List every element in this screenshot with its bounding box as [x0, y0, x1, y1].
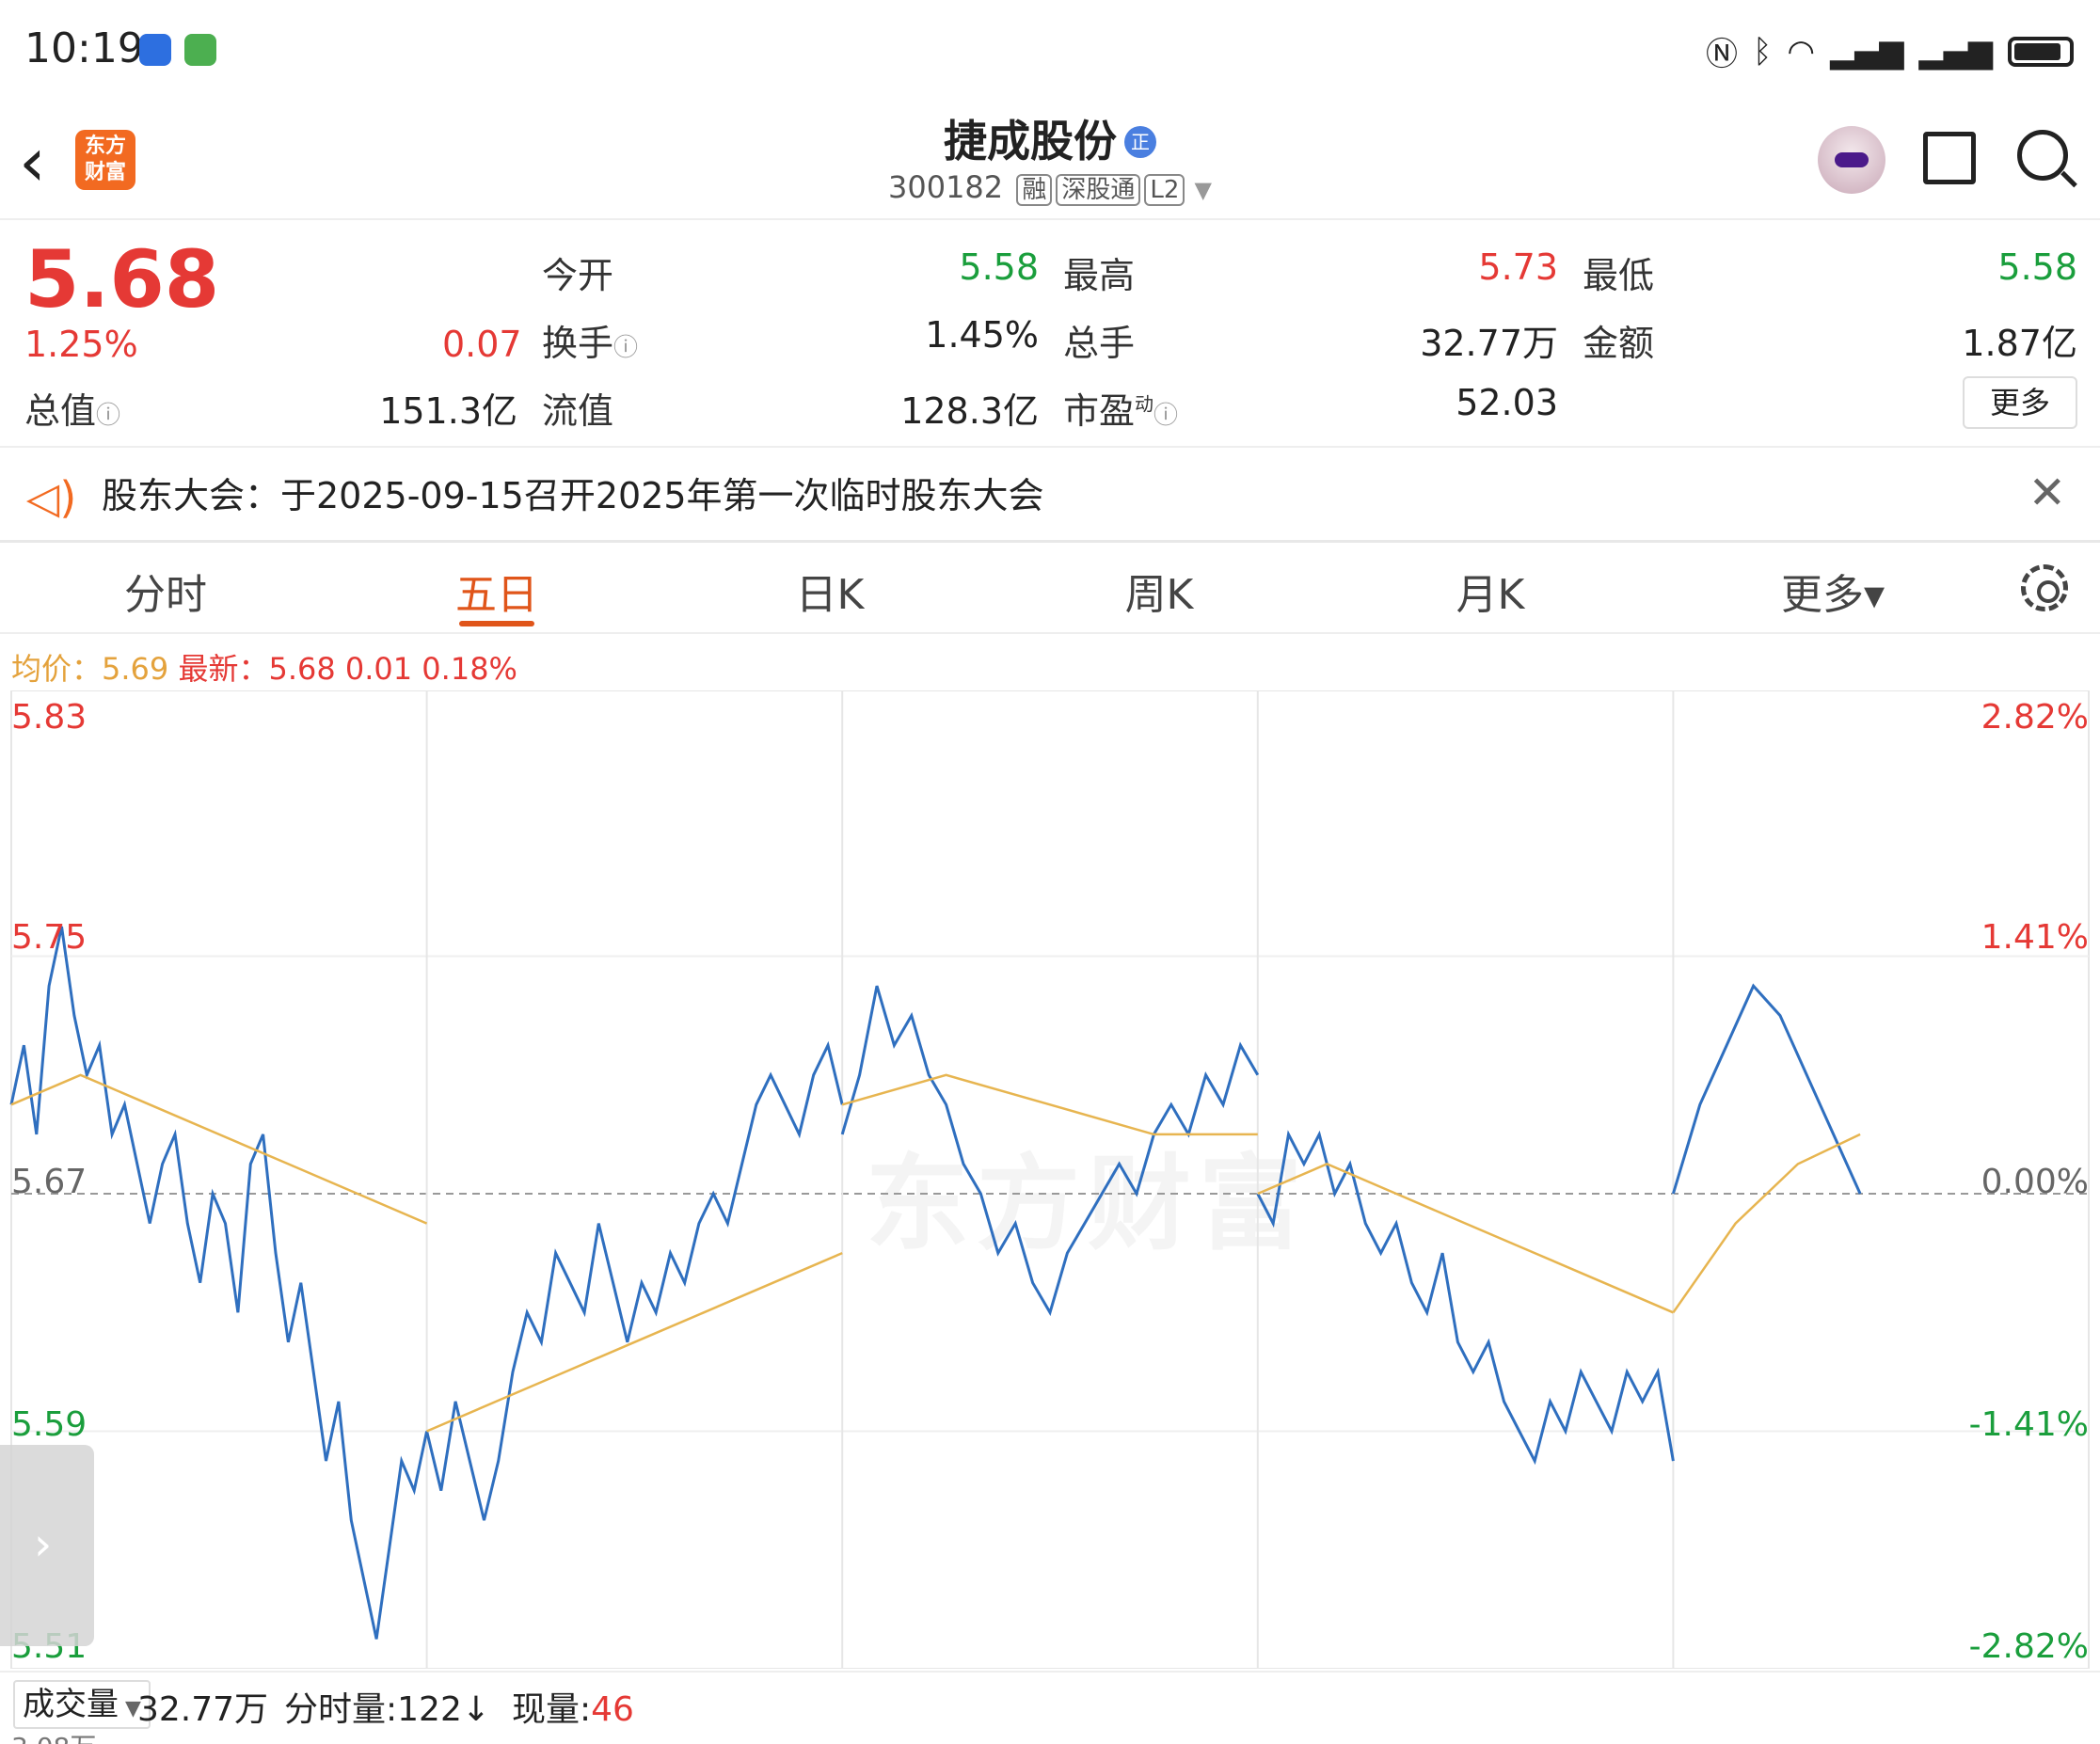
label-market-cap: 总值ⓘ — [24, 390, 121, 432]
tab-more[interactable]: 更多▾ — [1739, 561, 1927, 621]
current-price: 5.68 — [24, 233, 220, 325]
latest-label: 最新： — [178, 651, 269, 687]
value-high: 5.73 — [1478, 246, 1558, 288]
y-left-tick: 5.83 — [11, 698, 88, 737]
speaker-icon: ◁) — [26, 472, 77, 523]
bluetooth-icon: ᛒ — [1753, 32, 1773, 71]
status-icons: Ⓝ ᛒ ◠ ▂▄▆ ▂▄▆ — [1706, 28, 2074, 74]
y-right-tick: -2.82% — [1968, 1627, 2089, 1666]
status-time: 10:19 — [24, 24, 144, 72]
y-right-tick: 1.41% — [1981, 918, 2089, 957]
value-turnover: 1.45% — [925, 314, 1039, 356]
change-percent: 1.25% — [24, 324, 138, 365]
volume-axis-top: 3.08万 — [11, 1727, 96, 1744]
indicator-select[interactable]: 成交量 ▼ — [13, 1680, 151, 1729]
info-icon[interactable]: ⓘ — [96, 402, 120, 430]
label-high: 最高 — [1063, 255, 1136, 296]
five-day-chart[interactable] — [0, 690, 2100, 1669]
stock-code-row[interactable]: 300182 融深股通 L2 ▼ — [0, 169, 2100, 206]
tag-margin: 融 — [1016, 174, 1053, 206]
tag-connect: 深股通 — [1056, 174, 1141, 206]
badge-icon: 正 — [1124, 126, 1156, 158]
info-icon[interactable]: ⓘ — [1153, 402, 1178, 430]
value-float-cap: 128.3亿 — [900, 390, 1039, 432]
label-float-cap: 流值 — [542, 390, 614, 432]
latest-change: 0.01 — [344, 651, 413, 687]
label-amount: 金额 — [1583, 323, 1655, 364]
notice-text[interactable]: 股东大会：于2025-09-15召开2025年第一次临时股东大会 — [102, 467, 1044, 518]
search-icon[interactable] — [2017, 130, 2068, 181]
divider — [0, 632, 2100, 634]
status-app-icon — [139, 34, 171, 66]
avg-price-line — [426, 1251, 843, 1433]
value-low: 5.58 — [1997, 246, 2077, 288]
tab-day-k[interactable]: 日K — [736, 561, 924, 621]
y-right-tick: 0.00% — [1981, 1163, 2089, 1201]
chevron-down-icon: ▼ — [1194, 177, 1213, 203]
price-line — [840, 985, 1260, 1317]
label-pe: 市盈动ⓘ — [1063, 390, 1179, 432]
wifi-icon: ◠ — [1787, 32, 1816, 71]
info-icon[interactable]: ⓘ — [613, 334, 638, 362]
y-left-tick: 5.67 — [11, 1163, 88, 1201]
battery-icon — [2008, 36, 2074, 67]
y-left-tick: 5.75 — [11, 918, 88, 957]
page-title: 捷成股份正 — [0, 107, 2100, 169]
avg-price-line — [1672, 1133, 1861, 1314]
divider — [0, 540, 2100, 543]
change-amount: 0.07 — [442, 324, 522, 365]
value-volume: 32.77万 — [1420, 323, 1558, 364]
tag-level2: L2 — [1144, 174, 1185, 206]
avg-label: 均价： — [11, 651, 103, 687]
stock-name: 捷成股份 — [944, 116, 1117, 166]
avg-price-line — [841, 1073, 1258, 1136]
tab-intraday[interactable]: 分时 — [72, 561, 260, 621]
label-low: 最低 — [1583, 255, 1655, 296]
value-amount: 1.87亿 — [1962, 323, 2077, 364]
value-market-cap: 151.3亿 — [379, 390, 517, 432]
signal-icon: ▂▄▆ — [1918, 32, 1993, 71]
divider — [0, 1671, 2100, 1673]
price-line — [425, 1040, 844, 1521]
avg-value: 5.69 — [102, 651, 169, 687]
more-button[interactable]: 更多 — [1963, 376, 2077, 429]
current-volume: 现量:46 — [512, 1690, 634, 1729]
stock-code: 300182 — [887, 169, 1004, 205]
chevron-right-icon: › — [34, 1518, 53, 1571]
close-icon[interactable]: ✕ — [2028, 467, 2066, 519]
tab-week-k[interactable]: 周K — [1065, 561, 1253, 621]
price-line — [1671, 983, 1862, 1195]
y-right-tick: -1.41% — [1968, 1405, 2089, 1444]
label-turnover: 换手ⓘ — [542, 323, 639, 364]
tab-underline — [459, 621, 534, 626]
y-left-tick: 5.59 — [11, 1405, 88, 1444]
latest-pct: 0.18% — [422, 651, 517, 687]
chart-legend: 均价：5.69 最新：5.68 0.01 0.18% — [11, 645, 517, 689]
assistant-icon[interactable] — [1818, 126, 1885, 194]
volume-total: 32.77万 — [137, 1690, 269, 1729]
settings-icon[interactable] — [2021, 564, 2068, 611]
tab-five-day[interactable]: 五日 — [403, 561, 591, 621]
label-volume: 总手 — [1063, 323, 1136, 364]
latest-value: 5.68 — [268, 651, 336, 687]
avg-price-line — [1257, 1163, 1674, 1314]
status-app-icon — [184, 34, 216, 66]
signal-icon: ▂▄▆ — [1830, 32, 1904, 71]
price-line — [1256, 1130, 1675, 1466]
share-icon[interactable] — [1923, 132, 1976, 184]
value-open: 5.58 — [959, 246, 1039, 288]
divider — [0, 218, 2100, 220]
divider — [0, 446, 2100, 448]
value-pe: 52.03 — [1456, 382, 1558, 423]
side-drawer-handle[interactable]: › — [0, 1445, 94, 1646]
y-right-tick: 2.82% — [1981, 698, 2089, 737]
period-volume: 分时量:122↓ — [284, 1690, 491, 1729]
label-open: 今开 — [542, 255, 614, 296]
nfc-icon: Ⓝ — [1706, 36, 1739, 73]
tab-month-k[interactable]: 月K — [1396, 561, 1584, 621]
